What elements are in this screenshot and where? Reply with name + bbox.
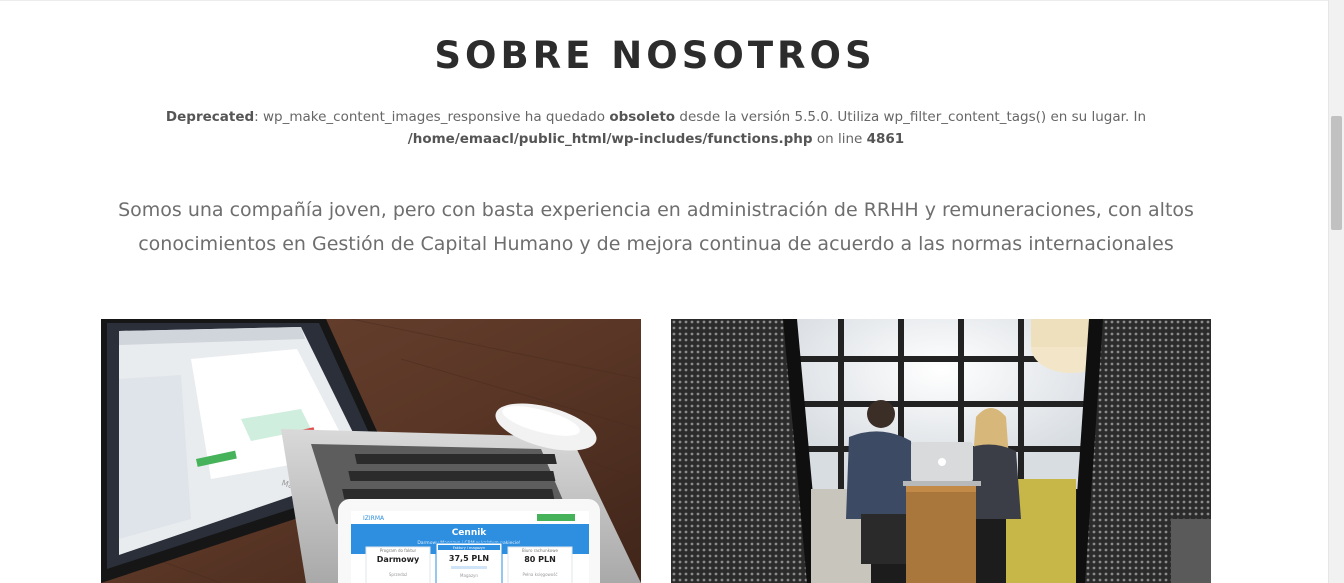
plan-2-name: Faktury i magazyn: [453, 546, 485, 550]
notice-text-1: : wp_make_content_images_responsive ha q…: [254, 109, 610, 125]
plan-1-sub: Sprzedaż: [389, 572, 407, 577]
team-meeting-illustration: [671, 319, 1211, 583]
notice-line-number: 4861: [866, 131, 905, 147]
plan-3-sub: Pełna księgowość: [522, 572, 557, 577]
team-meeting-photo: [671, 319, 1211, 583]
intro-paragraph: Somos una compañía joven, pero con basta…: [118, 199, 1194, 255]
notice-label: Deprecated: [165, 109, 255, 125]
plan-2-sub: Magazyn: [460, 573, 478, 578]
page-scrollbar[interactable]: [1328, 0, 1344, 583]
notice-file-path: /home/emaacl/public_html/wp-includes/fun…: [407, 131, 813, 147]
about-section: SOBRE NOSOTROS Deprecated: wp_make_conte…: [0, 0, 1328, 583]
notice-bold-word: obsoleto: [609, 109, 676, 125]
tablet-heading: Cennik: [452, 528, 488, 538]
php-deprecation-notice: Deprecated: wp_make_content_images_respo…: [120, 106, 1192, 150]
plan-3-price: 80 PLN: [524, 555, 556, 564]
plan-1-price: Darmowy: [377, 555, 420, 564]
tablet-logo: IZIRMA: [363, 515, 385, 522]
laptop-tablet-photo: MacBook Pro IZIRMA Cennik Darmowy Magazy…: [101, 319, 641, 583]
notice-text-2: desde la versión 5.5.0. Utiliza wp_filte…: [675, 109, 1147, 125]
plan-1-name: Program do faktur: [380, 548, 417, 553]
plan-3-name: Biuro rachunkowe: [522, 548, 558, 553]
plan-2-price: 37,5 PLN: [449, 554, 489, 563]
section-title: SOBRE NOSOTROS: [434, 34, 876, 77]
scrollbar-thumb[interactable]: [1331, 116, 1342, 230]
laptop-tablet-illustration: MacBook Pro IZIRMA Cennik Darmowy Magazy…: [101, 319, 641, 583]
notice-on-line: on line: [812, 131, 867, 147]
